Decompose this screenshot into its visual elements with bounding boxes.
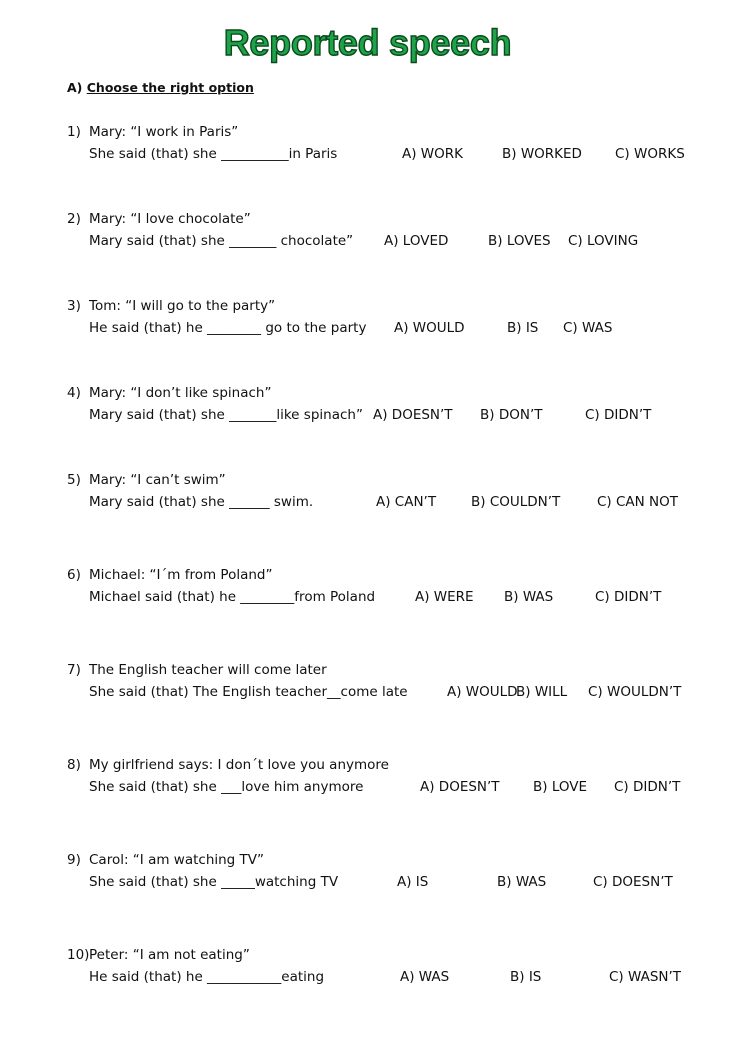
- question-number: 8): [67, 757, 81, 773]
- question-prompt: Mary: “I love chocolate”: [89, 211, 251, 227]
- question-answer-line: Mary said (that) she ______ swim. A) CAN’…: [67, 491, 678, 513]
- question-prompt: My girlfriend says: I don´t love you any…: [89, 757, 389, 773]
- question-item: 7) The English teacher will come later Sh…: [67, 659, 681, 703]
- question-sentence: He said (that) he ___________eating: [89, 969, 325, 985]
- question-prompt: Mary: “I can’t swim”: [89, 472, 226, 488]
- answer-option[interactable]: B) IS: [507, 317, 538, 339]
- question-prompt-line: 4) Mary: “I don’t like spinach”: [67, 382, 271, 404]
- question-item: 2) Mary: “I love chocolate” Mary said (th…: [67, 208, 638, 252]
- question-prompt: Peter: “I am not eating”: [89, 947, 250, 963]
- question-item: 8) My girlfriend says: I don´t love you a…: [67, 754, 680, 798]
- question-prompt: Mary: “I work in Paris”: [89, 124, 239, 140]
- answer-option[interactable]: B) WILL: [516, 681, 567, 703]
- question-prompt: The English teacher will come later: [89, 662, 327, 678]
- question-number: 5): [67, 472, 81, 488]
- answer-option[interactable]: B) IS: [510, 966, 541, 988]
- question-sentence: She said (that) she __________in Paris: [89, 146, 338, 162]
- question-prompt-line: 5) Mary: “I can’t swim”: [67, 469, 226, 491]
- question-answer-line: She said (that) she ___love him anymore A…: [67, 776, 680, 798]
- question-sentence: He said (that) he ________ go to the par…: [89, 320, 367, 336]
- question-prompt-line: 2) Mary: “I love chocolate”: [67, 208, 251, 230]
- question-prompt-line: 6) Michael: “I´m from Poland”: [67, 564, 272, 586]
- question-prompt-line: 8) My girlfriend says: I don´t love you a…: [67, 754, 389, 776]
- question-answer-line: She said (that) she _____watching TV A) I…: [67, 871, 673, 893]
- answer-option[interactable]: C) CAN NOT: [597, 491, 678, 513]
- question-number: 1): [67, 124, 81, 140]
- question-sentence: Mary said (that) she _______like spinach…: [89, 407, 363, 423]
- answer-option[interactable]: B) WORKED: [502, 143, 582, 165]
- question-answer-line: He said (that) he ___________eating A) WA…: [67, 966, 681, 988]
- answer-option[interactable]: C) DOESN’T: [593, 871, 673, 893]
- question-item: 1) Mary: “I work in Paris” She said (that…: [67, 121, 685, 165]
- question-answer-line: She said (that) she __________in Paris A)…: [67, 143, 685, 165]
- question-item: 5) Mary: “I can’t swim” Mary said (that) …: [67, 469, 678, 513]
- question-item: 9) Carol: “I am watching TV” She said (th…: [67, 849, 673, 893]
- question-sentence: Mary said (that) she ______ swim.: [89, 494, 314, 510]
- answer-option[interactable]: C) WAS: [563, 317, 612, 339]
- question-item: 10)Peter: “I am not eating” He said (tha…: [67, 944, 681, 988]
- question-sentence: Michael said (that) he ________from Pola…: [89, 589, 376, 605]
- question-answer-line: Michael said (that) he ________from Pola…: [67, 586, 661, 608]
- page-title: Reported speech: [223, 21, 512, 63]
- question-prompt: Carol: “I am watching TV”: [89, 852, 265, 868]
- answer-option[interactable]: A) LOVED: [384, 230, 448, 252]
- question-number: 9): [67, 852, 81, 868]
- answer-option[interactable]: B) WAS: [504, 586, 553, 608]
- answer-option[interactable]: C) DIDN’T: [585, 404, 651, 426]
- answer-option[interactable]: C) WORKS: [615, 143, 685, 165]
- question-prompt: Tom: “I will go to the party”: [89, 298, 276, 314]
- answer-option[interactable]: B) DON’T: [480, 404, 542, 426]
- question-prompt-line: 3) Tom: “I will go to the party”: [67, 295, 275, 317]
- question-sentence: She said (that) she _____watching TV: [89, 874, 339, 890]
- answer-option[interactable]: B) WAS: [497, 871, 546, 893]
- question-sentence: She said (that) she ___love him anymore: [89, 779, 364, 795]
- question-prompt: Mary: “I don’t like spinach”: [89, 385, 272, 401]
- answer-option[interactable]: A) WAS: [400, 966, 449, 988]
- question-item: 4) Mary: “I don’t like spinach” Mary said…: [67, 382, 651, 426]
- answer-option[interactable]: C) WASN’T: [609, 966, 681, 988]
- answer-option[interactable]: A) DOESN’T: [373, 404, 453, 426]
- answer-option[interactable]: C) DIDN’T: [614, 776, 680, 798]
- question-answer-line: Mary said (that) she _______like spinach…: [67, 404, 651, 426]
- question-number: 7): [67, 662, 81, 678]
- question-number: 6): [67, 567, 81, 583]
- answer-option[interactable]: A) WERE: [415, 586, 474, 608]
- answer-option[interactable]: A) WORK: [402, 143, 463, 165]
- question-answer-line: Mary said (that) she _______ chocolate” A…: [67, 230, 638, 252]
- question-prompt: Michael: “I´m from Poland”: [89, 567, 273, 583]
- answer-option[interactable]: B) LOVE: [533, 776, 587, 798]
- question-item: 6) Michael: “I´m from Poland” Michael sai…: [67, 564, 661, 608]
- answer-option[interactable]: B) LOVES: [488, 230, 551, 252]
- question-item: 3) Tom: “I will go to the party” He said …: [67, 295, 612, 339]
- answer-option[interactable]: C) DIDN’T: [595, 586, 661, 608]
- answer-option[interactable]: C) WOULDN’T: [588, 681, 681, 703]
- question-number: 3): [67, 298, 81, 314]
- answer-option[interactable]: A) WOULD: [447, 681, 518, 703]
- question-sentence: She said (that) The English teacher__com…: [89, 684, 408, 700]
- answer-option[interactable]: A) CAN’T: [376, 491, 436, 513]
- question-prompt-line: 10)Peter: “I am not eating”: [67, 944, 250, 966]
- answer-option[interactable]: A) WOULD: [394, 317, 465, 339]
- section-label: Choose the right option: [86, 80, 254, 95]
- section-heading: A) Choose the right option: [67, 80, 254, 95]
- question-number: 10): [67, 947, 90, 963]
- question-answer-line: He said (that) he ________ go to the par…: [67, 317, 612, 339]
- answer-option[interactable]: C) LOVING: [568, 230, 638, 252]
- answer-option[interactable]: A) IS: [397, 871, 428, 893]
- question-number: 4): [67, 385, 81, 401]
- question-prompt-line: 1) Mary: “I work in Paris”: [67, 121, 238, 143]
- question-sentence: Mary said (that) she _______ chocolate”: [89, 233, 354, 249]
- answer-option[interactable]: B) COULDN’T: [471, 491, 560, 513]
- question-number: 2): [67, 211, 81, 227]
- question-answer-line: She said (that) The English teacher__com…: [67, 681, 681, 703]
- question-prompt-line: 7) The English teacher will come later: [67, 659, 327, 681]
- question-prompt-line: 9) Carol: “I am watching TV”: [67, 849, 264, 871]
- section-prefix: A): [67, 80, 83, 95]
- answer-option[interactable]: A) DOESN’T: [420, 776, 500, 798]
